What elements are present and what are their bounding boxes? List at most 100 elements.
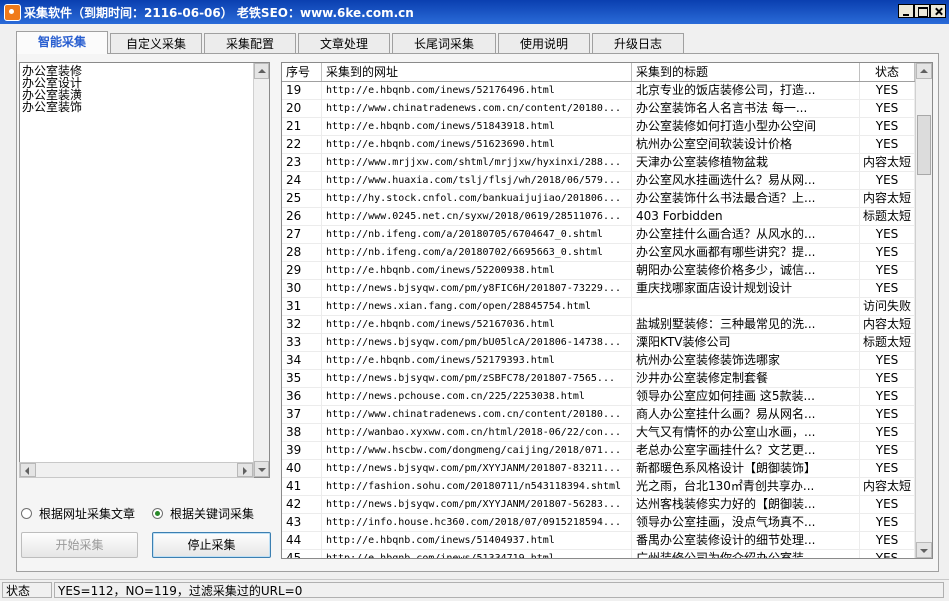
maximize-button[interactable] <box>914 4 930 18</box>
scroll-down-icon[interactable] <box>916 542 932 558</box>
tab-longtail-collect[interactable]: 长尾词采集 <box>392 33 496 53</box>
cell-url: http://news.bjsyqw.com/pm/zSBFC78/201807… <box>322 370 632 388</box>
table-row[interactable]: 39 http://www.hscbw.com/dongmeng/caijing/… <box>282 442 915 460</box>
cell-status: 访问失败 <box>860 298 915 316</box>
cell-status: YES <box>860 424 915 442</box>
cell-status: YES <box>860 82 915 100</box>
table-row[interactable]: 33 http://news.bjsyqw.com/pm/bU05lcA/2018… <box>282 334 915 352</box>
cell-url: http://hy.stock.cnfol.com/bankuaijujiao/… <box>322 190 632 208</box>
scroll-left-icon[interactable] <box>20 463 36 477</box>
table-row[interactable]: 41 http://fashion.sohu.com/20180711/n5431… <box>282 478 915 496</box>
cell-url: http://e.hbqnb.com/inews/52167036.html <box>322 316 632 334</box>
table-row[interactable]: 30 http://news.bjsyqw.com/pm/y8FIC6H/2018… <box>282 280 915 298</box>
tab-custom-collect[interactable]: 自定义采集 <box>110 33 202 53</box>
table-row[interactable]: 19 http://e.hbqnb.com/inews/52176496.html… <box>282 82 915 100</box>
cell-title: 达州客栈装修实力好的【朗御装... <box>632 496 860 514</box>
cell-title: 办公室装饰名人名言书法 每一... <box>632 100 860 118</box>
cell-no: 37 <box>282 406 322 424</box>
cell-status: YES <box>860 406 915 424</box>
cell-status: 内容太短 <box>860 190 915 208</box>
cell-no: 28 <box>282 244 322 262</box>
table-row[interactable]: 35 http://news.bjsyqw.com/pm/zSBFC78/2018… <box>282 370 915 388</box>
scroll-up-icon[interactable] <box>254 63 269 79</box>
close-button[interactable] <box>930 4 946 18</box>
column-header-status[interactable]: 状态 <box>860 63 915 81</box>
table-row[interactable]: 26 http://www.0245.net.cn/syxw/2018/0619/… <box>282 208 915 226</box>
table-row[interactable]: 38 http://wanbao.xyxww.com.cn/html/2018-0… <box>282 424 915 442</box>
cell-no: 25 <box>282 190 322 208</box>
cell-title <box>632 298 860 316</box>
column-header-url[interactable]: 采集到的网址 <box>322 63 632 81</box>
radio-by-keyword[interactable]: 根据关键词采集 <box>152 506 272 522</box>
cell-no: 24 <box>282 172 322 190</box>
table-row[interactable]: 36 http://news.pchouse.com.cn/225/2253038… <box>282 388 915 406</box>
cell-title: 番禺办公室装修设计的细节处理... <box>632 532 860 550</box>
cell-url: http://e.hbqnb.com/inews/52200938.html <box>322 262 632 280</box>
radio-by-url[interactable]: 根据网址采集文章 <box>21 506 151 522</box>
table-row[interactable]: 34 http://e.hbqnb.com/inews/52179393.html… <box>282 352 915 370</box>
cell-no: 23 <box>282 154 322 172</box>
column-header-title[interactable]: 采集到的标题 <box>632 63 860 81</box>
table-row[interactable]: 31 http://news.xian.fang.com/open/2884575… <box>282 298 915 316</box>
cell-url: http://news.xian.fang.com/open/28845754.… <box>322 298 632 316</box>
cell-status: YES <box>860 352 915 370</box>
status-bar: 状态 YES=112，NO=119，过滤采集过的URL=0 <box>0 579 949 601</box>
table-row[interactable]: 22 http://e.hbqnb.com/inews/51623690.html… <box>282 136 915 154</box>
cell-no: 44 <box>282 532 322 550</box>
cell-status: YES <box>860 388 915 406</box>
cell-url: http://info.house.hc360.com/2018/07/0915… <box>322 514 632 532</box>
table-row[interactable]: 25 http://hy.stock.cnfol.com/bankuaijujia… <box>282 190 915 208</box>
results-table[interactable]: 序号 采集到的网址 采集到的标题 状态 19 http://e.hbqnb.com… <box>281 62 933 559</box>
cell-url: http://news.bjsyqw.com/pm/bU05lcA/201806… <box>322 334 632 352</box>
scroll-down-icon[interactable] <box>254 461 269 477</box>
keyword-horizontal-scrollbar[interactable] <box>19 462 254 478</box>
cell-url: http://nb.ifeng.com/a/20180702/6695663_0… <box>322 244 632 262</box>
keyword-vertical-scrollbar[interactable] <box>253 63 269 477</box>
table-row[interactable]: 43 http://info.house.hc360.com/2018/07/09… <box>282 514 915 532</box>
table-row[interactable]: 24 http://www.huaxia.com/tslj/flsj/wh/201… <box>282 172 915 190</box>
scroll-thumb[interactable] <box>917 115 931 175</box>
table-row[interactable]: 42 http://news.bjsyqw.com/pm/XYYJANM/2018… <box>282 496 915 514</box>
table-row[interactable]: 32 http://e.hbqnb.com/inews/52167036.html… <box>282 316 915 334</box>
table-row[interactable]: 28 http://nb.ifeng.com/a/20180702/6695663… <box>282 244 915 262</box>
tab-changelog[interactable]: 升级日志 <box>592 33 684 53</box>
cell-status: YES <box>860 496 915 514</box>
cell-status: YES <box>860 460 915 478</box>
cell-status: YES <box>860 442 915 460</box>
cell-url: http://news.pchouse.com.cn/225/2253038.h… <box>322 388 632 406</box>
table-row[interactable]: 23 http://www.mrjjxw.com/shtml/mrjjxw/hyx… <box>282 154 915 172</box>
tab-collect-config[interactable]: 采集配置 <box>204 33 296 53</box>
cell-title: 重庆找哪家面店设计规划设计 <box>632 280 860 298</box>
table-row[interactable]: 44 http://e.hbqnb.com/inews/51404937.html… <box>282 532 915 550</box>
cell-no: 30 <box>282 280 322 298</box>
scroll-right-icon[interactable] <box>237 463 253 477</box>
minimize-button[interactable] <box>898 4 914 18</box>
table-row[interactable]: 21 http://e.hbqnb.com/inews/51843918.html… <box>282 118 915 136</box>
cell-url: http://www.chinatradenews.com.cn/content… <box>322 406 632 424</box>
tab-usage-guide[interactable]: 使用说明 <box>498 33 590 53</box>
cell-no: 38 <box>282 424 322 442</box>
stop-collect-button[interactable]: 停止采集 <box>152 532 271 558</box>
cell-title: 商人办公室挂什么画？易从网名... <box>632 406 860 424</box>
column-header-no[interactable]: 序号 <box>282 63 322 81</box>
table-row[interactable]: 45 http://e.hbqnb.com/inews/51334719.html… <box>282 550 915 558</box>
cell-title: 办公室装饰什么书法最合适？上... <box>632 190 860 208</box>
status-label: 状态 <box>2 582 52 598</box>
table-vertical-scrollbar[interactable] <box>915 63 932 558</box>
table-row[interactable]: 27 http://nb.ifeng.com/a/20180705/6704647… <box>282 226 915 244</box>
keyword-textarea[interactable]: 办公室装修 办公室设计 办公室装潢 办公室装饰 <box>19 62 270 478</box>
tab-article-processing[interactable]: 文章处理 <box>298 33 390 53</box>
table-row[interactable]: 40 http://news.bjsyqw.com/pm/XYYJANM/2018… <box>282 460 915 478</box>
table-row[interactable]: 29 http://e.hbqnb.com/inews/52200938.html… <box>282 262 915 280</box>
start-collect-button[interactable]: 开始采集 <box>21 532 138 558</box>
cell-status: YES <box>860 118 915 136</box>
table-row[interactable]: 37 http://www.chinatradenews.com.cn/conte… <box>282 406 915 424</box>
cell-no: 45 <box>282 550 322 558</box>
table-row[interactable]: 20 http://www.chinatradenews.com.cn/conte… <box>282 100 915 118</box>
tab-smart-collect[interactable]: 智能采集 <box>16 31 108 54</box>
cell-title: 朝阳办公室装修价格多少，诚信... <box>632 262 860 280</box>
cell-status: YES <box>860 532 915 550</box>
cell-url: http://e.hbqnb.com/inews/51623690.html <box>322 136 632 154</box>
cell-status: YES <box>860 226 915 244</box>
scroll-up-icon[interactable] <box>916 63 932 79</box>
